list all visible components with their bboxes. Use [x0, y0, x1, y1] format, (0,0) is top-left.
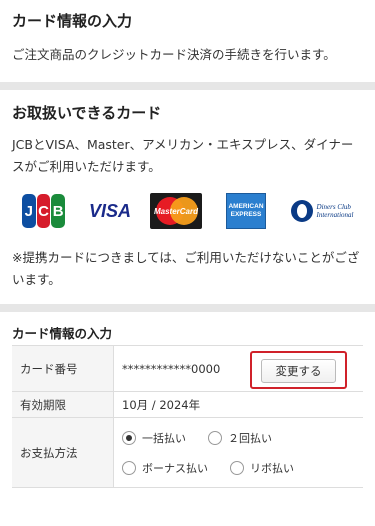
payment-method-options: 一括払い ２回払い ボーナス払い リボ払い [122, 430, 294, 476]
payment-option-bonus[interactable]: ボーナス払い [122, 460, 208, 476]
payment-option-label: リボ払い [250, 461, 294, 475]
card-form-section: カード情報の入力 カード番号 ************0000 変更する 有効期… [0, 312, 375, 526]
card-info-section: カード情報の入力 ご注文商品のクレジットカード決済の手続きを行います。 [0, 0, 375, 82]
payment-option-revolving[interactable]: リボ払い [230, 460, 294, 476]
card-number-label: カード番号 [12, 346, 114, 391]
table-row: お支払方法 一括払い ２回払い ボーナス払い リボ払い [12, 418, 363, 488]
accepted-cards-section: お取扱いできるカード JCBとVISA、Master、アメリカン・エキスプレス、… [0, 90, 375, 304]
jcb-logo-letter: B [51, 194, 66, 228]
change-card-button[interactable]: 変更する [261, 359, 336, 383]
payment-option-two-installments[interactable]: ２回払い [208, 430, 272, 446]
accepted-cards-title: お取扱いできるカード [12, 104, 162, 122]
expiry-label: 有効期限 [12, 392, 114, 417]
card-note: ※提携カードにつきましては、ご利用いただけないことがございます。 [12, 250, 360, 287]
radio-icon[interactable] [208, 430, 222, 445]
table-row: カード番号 ************0000 変更する [12, 346, 363, 392]
payment-option-label: ２回払い [228, 431, 272, 445]
payment-method-label: お支払方法 [12, 418, 114, 487]
mastercard-logo-text: MasterCard [153, 206, 198, 216]
payment-option-label: 一括払い [142, 431, 186, 445]
amex-logo-text-1: AMERICAN [228, 203, 264, 210]
jcb-logo-icon: J C B [20, 193, 68, 229]
diners-logo-icon: Diners Club International [282, 193, 362, 229]
card-logos: J C B VISA MasterCard AMERICAN EXPRESS D… [20, 193, 360, 229]
visa-logo-icon: VISA [82, 193, 138, 229]
expiry-value: 10月 / 2024年 [122, 397, 201, 412]
radio-icon[interactable] [122, 460, 136, 475]
jcb-logo-letter: C [36, 194, 51, 228]
card-info-title: カード情報の入力 [12, 12, 133, 30]
table-row: 有効期限 10月 / 2024年 [12, 392, 363, 418]
payment-option-label: ボーナス払い [142, 461, 208, 475]
jcb-logo-letter: J [22, 194, 36, 228]
section-divider [0, 304, 375, 312]
visa-logo-text: VISA [88, 200, 131, 221]
diners-logo-text-1: Diners Club [316, 203, 351, 211]
change-button-highlight: 変更する [250, 351, 347, 389]
radio-selected-icon[interactable] [122, 430, 136, 445]
payment-option-lump-sum[interactable]: 一括払い [122, 430, 186, 446]
card-number-value: ************0000 [122, 361, 221, 376]
card-info-description: ご注文商品のクレジットカード決済の手続きを行います。 [12, 47, 336, 62]
mastercard-logo-icon: MasterCard [150, 193, 202, 229]
amex-logo-text-2: EXPRESS [230, 211, 262, 218]
radio-icon[interactable] [230, 460, 244, 475]
card-form-title: カード情報の入力 [12, 326, 113, 341]
card-form-table: カード番号 ************0000 変更する 有効期限 10月 / 2… [12, 345, 363, 488]
diners-logo-text-2: International [316, 211, 354, 219]
accepted-cards-description: JCBとVISA、Master、アメリカン・エキスプレス、ダイナースがご利用いた… [12, 137, 354, 174]
amex-logo-icon: AMERICAN EXPRESS [226, 193, 266, 229]
section-divider [0, 82, 375, 90]
